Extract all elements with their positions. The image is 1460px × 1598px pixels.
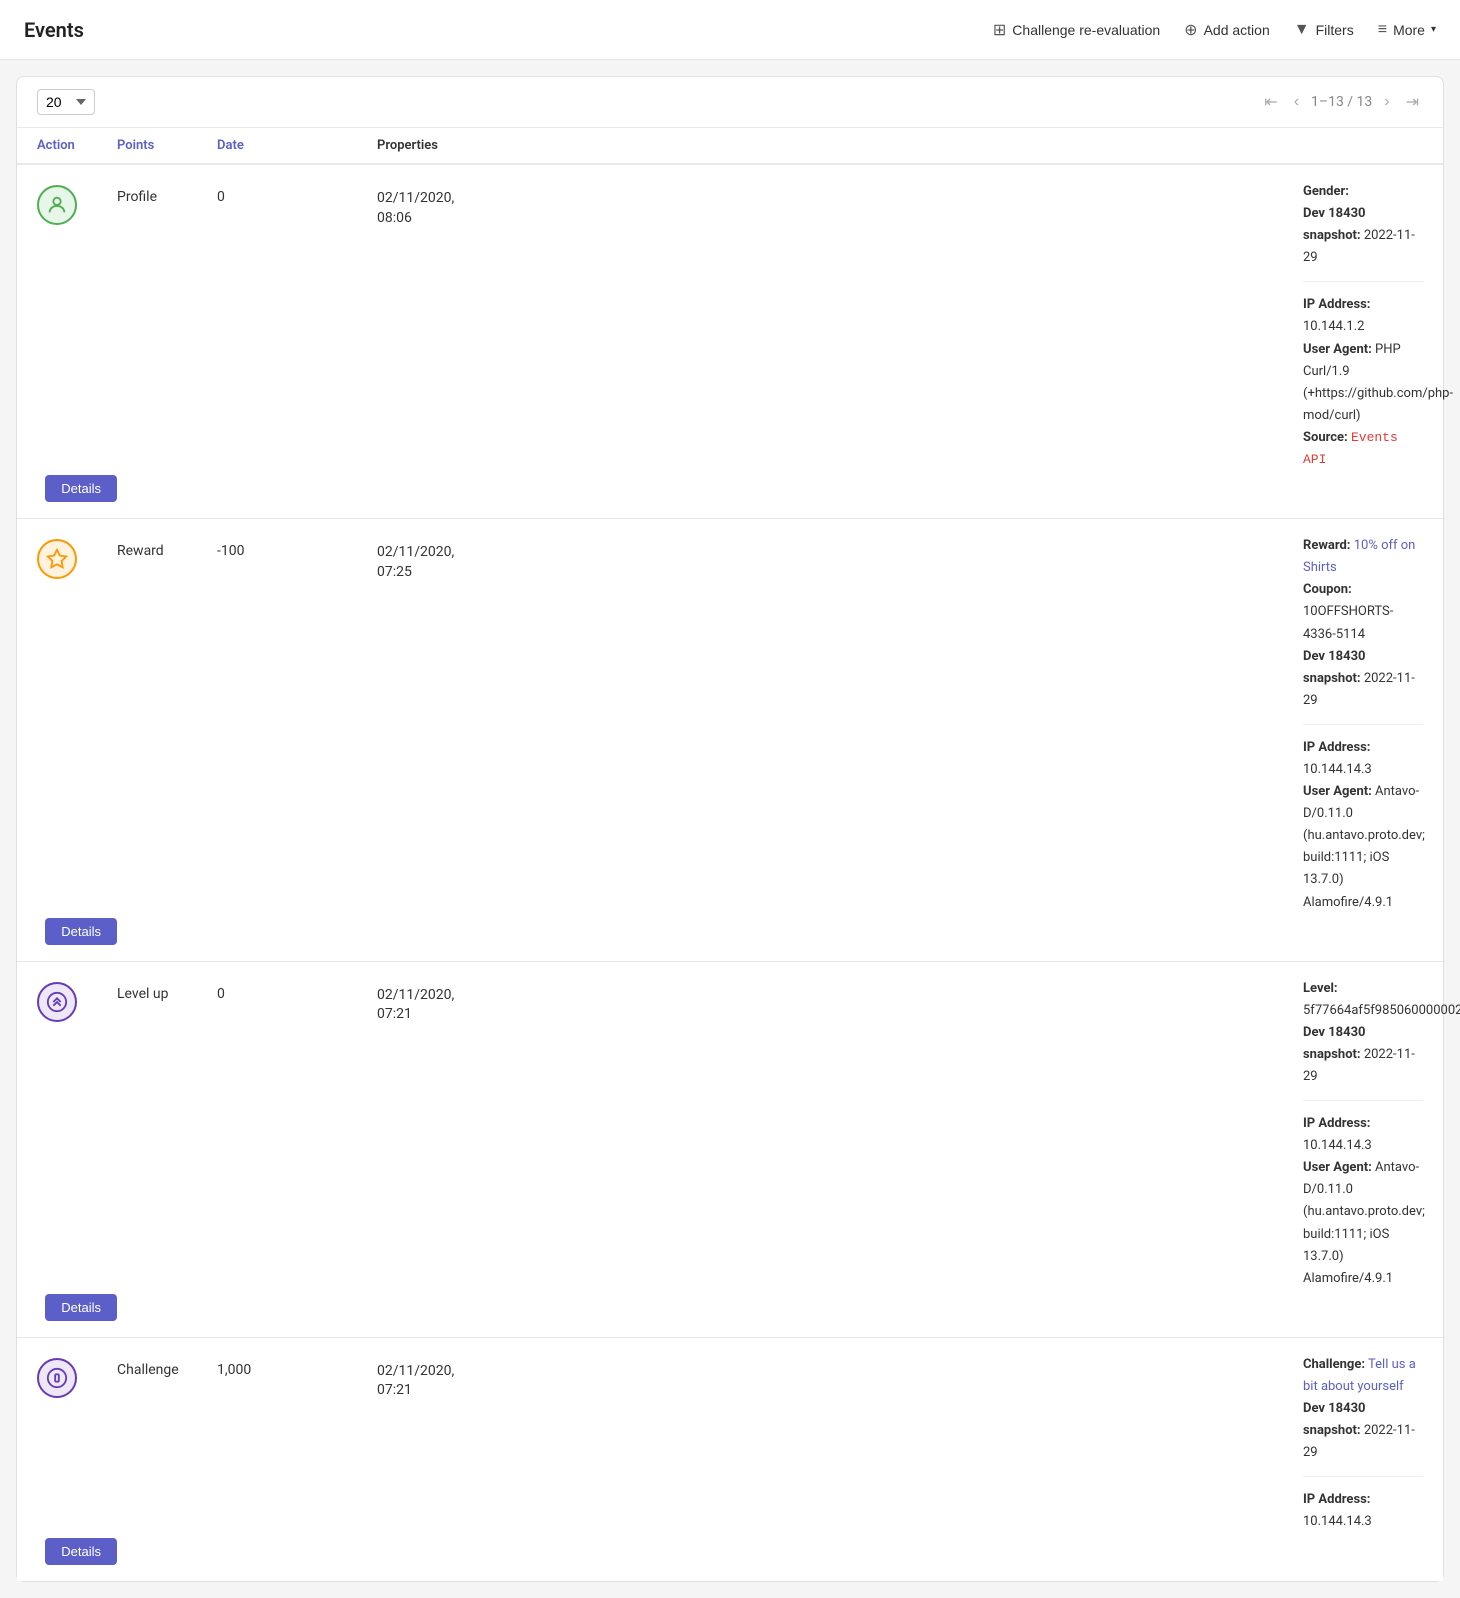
details-button[interactable]: Details <box>45 1538 117 1565</box>
event-icon-cell <box>37 181 117 225</box>
table-header: Action Points Date Properties <box>17 128 1443 165</box>
menu-icon: ≡ <box>1378 21 1387 39</box>
event-points: 0 <box>217 978 377 1002</box>
prop-line: IP Address: 10.144.14.3 <box>1303 1113 1423 1157</box>
prop-line: User Agent: Antavo-D/0.11.0 (hu.antavo.p… <box>1303 781 1423 914</box>
event-date: 02/11/2020,07:21 <box>377 978 1303 1025</box>
col-points-header: Points <box>117 138 217 153</box>
prop-line: Reward: 10% off on Shirts <box>1303 535 1423 579</box>
event-action-name: Profile <box>117 181 217 205</box>
event-properties: Challenge: Tell us a bit about yourself … <box>1303 1354 1423 1534</box>
reward-icon <box>37 539 77 579</box>
prop-line: IP Address: 10.144.1.2 <box>1303 294 1423 338</box>
prop-line: Dev 18430 snapshot: 2022-11-29 <box>1303 1398 1423 1464</box>
prop-line: Coupon: 10OFFSHORTS-4336-5114 <box>1303 579 1423 645</box>
prop-line: IP Address: 10.144.14.3 <box>1303 1489 1423 1533</box>
prop-line: Level: 5f77664af5f9850600000024 <box>1303 978 1423 1022</box>
table-row: Level up 0 02/11/2020,07:21 Level: 5f776… <box>17 962 1443 1338</box>
challenge-icon <box>37 1358 77 1398</box>
last-page-button[interactable]: ⇥ <box>1402 90 1423 114</box>
page-title: Events <box>24 18 84 42</box>
header-actions: ⊞ Challenge re-evaluation ⊕ Add action ▼… <box>993 16 1436 44</box>
event-date: 02/11/2020,07:25 <box>377 535 1303 582</box>
event-action-name: Level up <box>117 978 217 1002</box>
toolbar: 10 20 50 100 ⇤ ‹ 1–13 / 13 › ⇥ <box>17 77 1443 128</box>
more-label: More <box>1393 22 1425 38</box>
details-cell: Details <box>37 1290 117 1321</box>
prop-line: Challenge: Tell us a bit about yourself <box>1303 1354 1423 1398</box>
filters-label: Filters <box>1316 22 1354 38</box>
levelup-icon <box>37 982 77 1022</box>
table-row: Reward -100 02/11/2020,07:25 Reward: 10%… <box>17 519 1443 962</box>
page-size-control: 10 20 50 100 <box>37 89 95 115</box>
grid-icon: ⊞ <box>993 20 1006 40</box>
page-header: Events ⊞ Challenge re-evaluation ⊕ Add a… <box>0 0 1460 60</box>
details-cell: Details <box>37 471 117 502</box>
event-properties: Gender: Dev 18430 snapshot: 2022-11-29 I… <box>1303 181 1423 471</box>
table-row: Challenge 1,000 02/11/2020,07:21 Challen… <box>17 1338 1443 1581</box>
prop-line: Dev 18430 snapshot: 2022-11-29 <box>1303 203 1423 269</box>
event-icon-cell <box>37 535 117 579</box>
event-points: 1,000 <box>217 1354 377 1378</box>
first-page-button[interactable]: ⇤ <box>1260 90 1281 114</box>
prop-line: User Agent: PHP Curl/1.9 (+https://githu… <box>1303 339 1423 427</box>
prop-line: User Agent: Antavo-D/0.11.0 (hu.antavo.p… <box>1303 1157 1423 1290</box>
filters-button[interactable]: ▼ Filters <box>1294 17 1354 43</box>
event-properties: Reward: 10% off on Shirts Coupon: 10OFFS… <box>1303 535 1423 914</box>
pagination-info: 1–13 / 13 <box>1311 94 1372 110</box>
event-action-name: Challenge <box>117 1354 217 1378</box>
event-action-name: Reward <box>117 535 217 559</box>
event-icon-cell <box>37 1354 117 1398</box>
prop-line: Source: Events API <box>1303 427 1423 471</box>
prop-line: Dev 18430 snapshot: 2022-11-29 <box>1303 646 1423 712</box>
prop-line: IP Address: 10.144.14.3 <box>1303 737 1423 781</box>
details-cell: Details <box>37 1534 117 1565</box>
event-points: 0 <box>217 181 377 205</box>
event-properties: Level: 5f77664af5f9850600000024 Dev 1843… <box>1303 978 1423 1290</box>
add-action-button[interactable]: ⊕ Add action <box>1184 16 1270 44</box>
content-wrapper: 10 20 50 100 ⇤ ‹ 1–13 / 13 › ⇥ Action Po… <box>16 76 1444 1582</box>
col-date-header: Date <box>217 138 377 153</box>
chevron-down-icon: ▾ <box>1431 24 1436 35</box>
page-size-select[interactable]: 10 20 50 100 <box>37 89 95 115</box>
add-action-label: Add action <box>1204 22 1270 38</box>
challenge-reeval-button[interactable]: ⊞ Challenge re-evaluation <box>993 16 1160 44</box>
col-properties-header: Properties <box>377 138 1303 153</box>
next-page-button[interactable]: › <box>1380 91 1393 113</box>
table-row: Profile 0 02/11/2020,08:06 Gender: Dev 1… <box>17 165 1443 519</box>
event-date: 02/11/2020,08:06 <box>377 181 1303 228</box>
profile-icon <box>37 185 77 225</box>
details-button[interactable]: Details <box>45 475 117 502</box>
col-action-header: Action <box>37 138 117 153</box>
event-icon-cell <box>37 978 117 1022</box>
details-button[interactable]: Details <box>45 918 117 945</box>
details-button[interactable]: Details <box>45 1294 117 1321</box>
details-cell: Details <box>37 914 117 945</box>
prop-line: Gender: <box>1303 181 1423 203</box>
more-button[interactable]: ≡ More ▾ <box>1378 17 1436 43</box>
plus-circle-icon: ⊕ <box>1184 20 1197 40</box>
event-date: 02/11/2020,07:21 <box>377 1354 1303 1401</box>
filter-icon: ▼ <box>1294 21 1310 39</box>
challenge-reeval-label: Challenge re-evaluation <box>1012 22 1160 38</box>
prev-page-button[interactable]: ‹ <box>1290 91 1303 113</box>
prop-line: Dev 18430 snapshot: 2022-11-29 <box>1303 1022 1423 1088</box>
event-points: -100 <box>217 535 377 559</box>
pagination: ⇤ ‹ 1–13 / 13 › ⇥ <box>1260 90 1423 114</box>
